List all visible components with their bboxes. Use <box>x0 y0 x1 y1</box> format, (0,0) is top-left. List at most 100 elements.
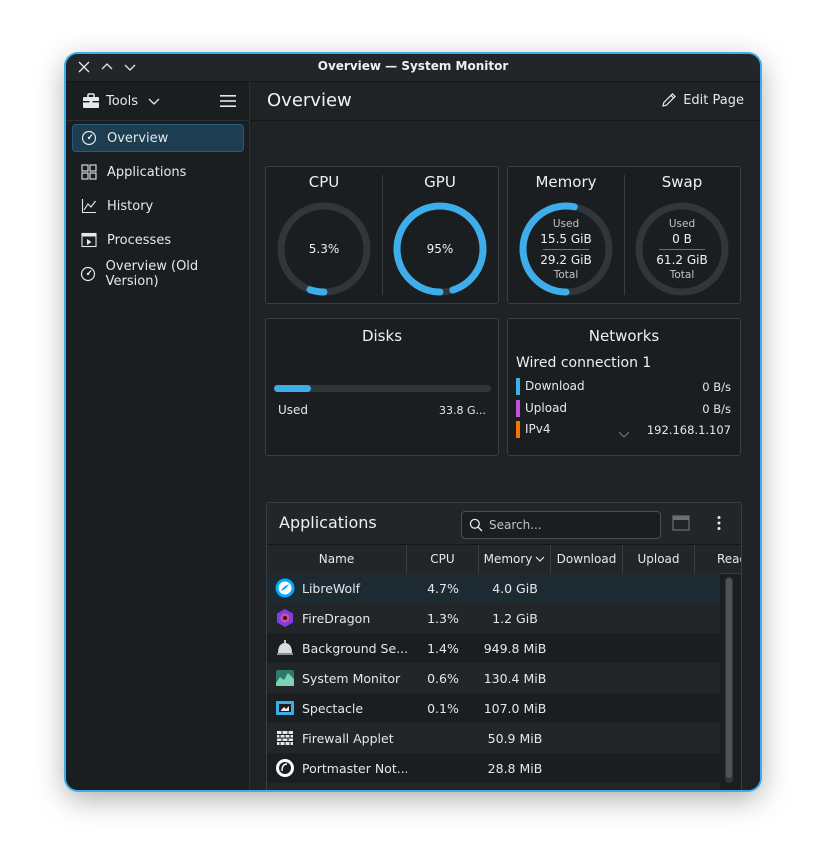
table-row[interactable]: LibreWolf 4.7% 4.0 GiB <box>267 573 720 603</box>
column-header-name[interactable]: Name <box>267 545 407 573</box>
system-monitor-icon <box>275 668 295 688</box>
chevron-down-icon[interactable] <box>618 431 630 439</box>
hamburger-menu-icon[interactable] <box>219 92 237 110</box>
gpu-gauge: GPU 95% <box>382 167 498 303</box>
show-details-icon[interactable] <box>672 514 690 532</box>
table-cell-cpu <box>407 723 479 753</box>
table-cell-cpu: 1.4% <box>427 640 459 656</box>
column-header-cpu[interactable]: CPU <box>407 545 479 573</box>
firewall-icon <box>275 728 295 748</box>
garuda-icon <box>275 788 295 790</box>
sidebar-item-processes[interactable]: Processes <box>72 226 244 254</box>
tools-menu-button[interactable]: Tools <box>82 91 160 111</box>
app-name: Firewall Applet <box>302 730 394 746</box>
table-cell-memory: 107.0 MiB <box>483 700 547 716</box>
swap-used-value: 0 B <box>672 231 692 246</box>
vertical-scrollbar[interactable] <box>725 577 733 783</box>
table-row[interactable]: Firewall Applet 50.9 MiB <box>267 723 720 753</box>
table-cell-memory: 130.4 MiB <box>483 670 547 686</box>
speedometer-icon <box>80 265 97 283</box>
table-cell-name: Background Se... <box>275 633 407 663</box>
sort-descending-icon <box>535 556 545 562</box>
disks-title: Disks <box>361 327 403 345</box>
applications-table-header: Name CPU Memory Download Upload Read <box>267 545 741 574</box>
swap-title: Swap <box>661 173 703 191</box>
sidebar-item-label: Overview <box>107 130 169 146</box>
sidebar-item-label: Overview (Old Version) <box>105 259 199 289</box>
cpu-gauge: CPU 5.3% <box>266 167 382 303</box>
network-row-label: Download <box>525 379 585 393</box>
network-connection-name: Wired connection 1 <box>516 355 652 371</box>
speedometer-icon <box>80 129 98 147</box>
swap-used-label: Used <box>668 217 696 230</box>
table-cell-name: FireDragon <box>275 603 407 633</box>
disk-usage-bar <box>274 385 491 392</box>
table-row[interactable]: Portmaster Not... 28.8 MiB <box>267 753 720 783</box>
table-cell-cpu: 4.7% <box>427 580 459 596</box>
app-name: LibreWolf <box>302 580 361 596</box>
memory-total-value: 29.2 GiB <box>540 252 592 267</box>
page-title: Overview <box>267 90 352 111</box>
main-panel: Overview Edit Page CPU 5.3% GPU 95% Memo… <box>250 82 760 790</box>
table-cell-name: Portmaster Not... <box>275 753 407 783</box>
search-icon <box>469 518 483 532</box>
gpu-title: GPU <box>424 173 456 191</box>
sidebar-item-history[interactable]: History <box>72 192 244 220</box>
bell-icon <box>275 638 295 658</box>
column-header-download[interactable]: Download <box>551 545 623 573</box>
column-header-read[interactable]: Read <box>695 545 741 573</box>
table-cell-name: Spectacle <box>275 693 407 723</box>
spectacle-icon <box>275 698 295 718</box>
cpu-value: 5.3% <box>308 242 340 256</box>
firedragon-icon <box>275 608 295 628</box>
applications-table-body: LibreWolf 4.7% 4.0 GiB FireDragon 1.3% 1.2 Gi… <box>267 573 720 790</box>
table-cell-memory: 1.2 GiB <box>492 610 538 626</box>
search-field[interactable] <box>461 511 661 539</box>
cpu-gpu-card: CPU 5.3% GPU 95% <box>265 166 499 304</box>
app-name: Portmaster Not... <box>302 760 407 776</box>
app-name: FireDragon <box>302 610 371 626</box>
table-cell-cpu: 0.1% <box>427 700 459 716</box>
table-cell-cpu <box>407 783 479 790</box>
table-cell-name: System Monitor <box>275 663 407 693</box>
sidebar-item-overview[interactable]: Overview <box>72 124 244 152</box>
edit-page-button[interactable]: Edit Page <box>661 92 744 108</box>
table-cell-cpu <box>407 753 479 783</box>
network-row-label: Upload <box>525 401 568 415</box>
swap-total-label: Total <box>669 268 695 281</box>
cpu-gauge-center: 5.3% <box>276 201 372 297</box>
table-row[interactable]: FireDragon 1.3% 1.2 GiB <box>267 603 720 633</box>
sidebar-item-overview-old[interactable]: Overview (Old Version) <box>72 259 244 289</box>
sidebar-item-applications[interactable]: Applications <box>72 158 244 186</box>
table-row[interactable]: System Monitor 0.6% 130.4 MiB <box>267 663 720 693</box>
app-name: System Monitor <box>302 670 401 686</box>
column-header-memory[interactable]: Memory <box>479 545 551 573</box>
sidebar-item-label: Applications <box>107 164 187 180</box>
gpu-value: 95% <box>426 242 454 256</box>
page-header: Overview Edit Page <box>250 82 760 121</box>
sidebar-nav: Overview Applications History Processes <box>72 124 244 294</box>
table-cell-cpu: 1.3% <box>427 610 459 626</box>
search-input[interactable] <box>487 515 656 535</box>
table-row[interactable]: Spectacle 0.1% 107.0 MiB <box>267 693 720 723</box>
network-row-value: 0 B/s <box>702 380 731 394</box>
table-row[interactable]: Garuda System... 26.9 MiB <box>267 783 720 790</box>
table-row[interactable]: Background Se... 1.4% 949.8 MiB <box>267 633 720 663</box>
swap-total-value: 61.2 GiB <box>656 252 708 267</box>
swap-gauge-center: Used 0 B 61.2 GiB Total <box>634 201 730 297</box>
networks-card: Networks Wired connection 1 Download 0 B… <box>507 318 741 456</box>
sidebar-item-label: History <box>107 198 154 214</box>
more-options-icon[interactable] <box>710 514 728 532</box>
memory-gauge: Memory Used 15.5 GiB 29.2 GiB Total <box>508 167 624 303</box>
disk-used-value: 33.8 G... <box>438 404 486 417</box>
table-cell-memory: 949.8 MiB <box>483 640 547 656</box>
network-row-value: 0 B/s <box>702 402 731 416</box>
app-name: Background Se... <box>302 640 407 656</box>
vertical-scrollbar-thumb[interactable] <box>726 578 732 778</box>
applications-card: Applications Name CPU Memory Download Up… <box>266 502 742 790</box>
sidebar-item-label: Processes <box>107 232 172 248</box>
pencil-icon <box>662 93 677 107</box>
column-header-upload[interactable]: Upload <box>623 545 695 573</box>
disk-usage-bar-fill <box>274 385 311 392</box>
memory-used-value: 15.5 GiB <box>540 231 592 246</box>
